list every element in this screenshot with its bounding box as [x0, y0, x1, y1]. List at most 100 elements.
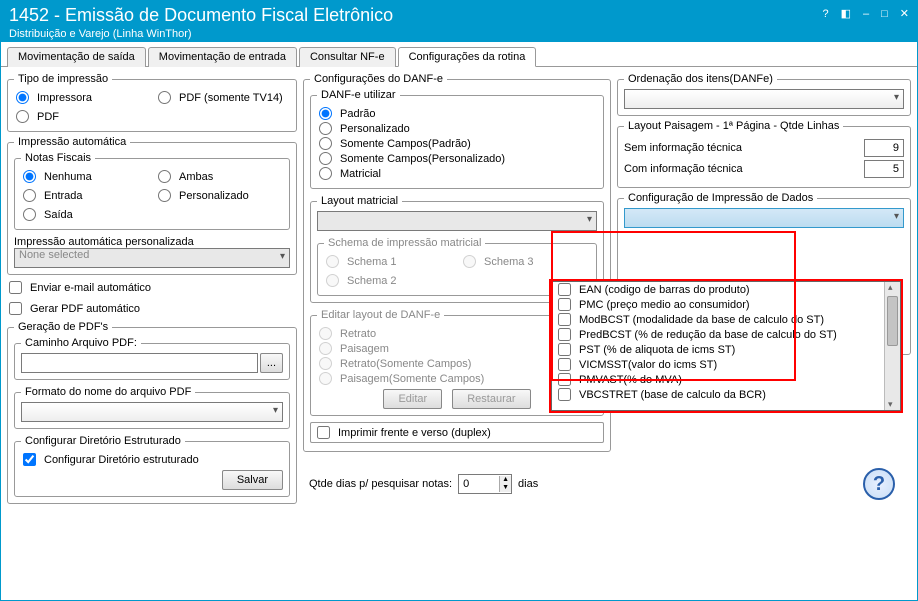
label-matricial[interactable]: Matricial: [340, 168, 381, 180]
minimize-icon[interactable]: –: [863, 8, 869, 20]
label-retrato: Retrato: [340, 328, 376, 340]
label-retrato-sc: Retrato(Somente Campos): [340, 358, 471, 370]
legend-layout-matricial: Layout matricial: [317, 195, 402, 207]
dropdown-item[interactable]: PredBCST (% de redução da base de calcul…: [552, 327, 884, 342]
dropdown-item[interactable]: EAN (codigo de barras do produto): [552, 282, 884, 297]
dropdown-item-checkbox[interactable]: [558, 388, 571, 401]
label-nenhuma[interactable]: Nenhuma: [44, 171, 92, 183]
combo-formato-nome[interactable]: [21, 402, 283, 422]
tab-mov-saida[interactable]: Movimentação de saída: [7, 47, 146, 67]
radio-somente-pers[interactable]: [319, 152, 332, 165]
radio-schema2: [326, 274, 339, 287]
dropdown-item-checkbox[interactable]: [558, 343, 571, 356]
radio-nenhuma[interactable]: [23, 170, 36, 183]
spin-up-icon[interactable]: ▲: [500, 476, 511, 484]
radio-saida[interactable]: [23, 208, 36, 221]
dropdown-item-checkbox[interactable]: [558, 313, 571, 326]
legend-impressao-auto: Impressão automática: [14, 136, 130, 148]
dropdown-item-checkbox[interactable]: [558, 298, 571, 311]
radio-entrada[interactable]: [23, 189, 36, 202]
dropdown-list[interactable]: EAN (codigo de barras do produto)PMC (pr…: [551, 281, 901, 411]
tab-consultar-nfe[interactable]: Consultar NF-e: [299, 47, 396, 67]
label-impr-auto-pers: Impressão automática personalizada: [14, 236, 290, 248]
dropdown-item-checkbox[interactable]: [558, 328, 571, 341]
radio-pdf-tv14[interactable]: [158, 91, 171, 104]
radio-du-pers[interactable]: [319, 122, 332, 135]
label-schema2: Schema 2: [347, 275, 397, 287]
check-config-dir[interactable]: [23, 453, 36, 466]
dropdown-item[interactable]: PMVAST(% do MVA): [552, 372, 884, 387]
combo-config-impr-dados[interactable]: [624, 208, 904, 228]
dropdown-scrollbar[interactable]: [884, 282, 900, 410]
dropdown-item-checkbox[interactable]: [558, 373, 571, 386]
input-com-info[interactable]: [864, 160, 904, 178]
dropdown-item-label: VBCSTRET (base de calculo da BCR): [579, 389, 766, 401]
combo-layout-matricial[interactable]: [317, 211, 597, 231]
label-duplex[interactable]: Imprimir frente e verso (duplex): [338, 427, 491, 439]
maximize-icon[interactable]: □: [881, 8, 888, 20]
label-impressora[interactable]: Impressora: [37, 92, 92, 104]
input-qtde-dias[interactable]: [459, 475, 499, 493]
tab-mov-entrada[interactable]: Movimentação de entrada: [148, 47, 297, 67]
legend-ordenacao: Ordenação dos itens(DANFe): [624, 73, 777, 85]
dropdown-item[interactable]: VICMSST(valor do icms ST): [552, 357, 884, 372]
radio-impressora[interactable]: [16, 91, 29, 104]
fs-config-dir: Configurar Diretório Estruturado Configu…: [14, 435, 290, 497]
radio-matricial[interactable]: [319, 167, 332, 180]
dropdown-item-label: PMVAST(% do MVA): [579, 374, 682, 386]
fs-danfe-utilizar: DANF-e utilizar Padrão Personalizado Som…: [310, 89, 604, 189]
input-sem-info[interactable]: [864, 139, 904, 157]
check-email-auto[interactable]: [9, 281, 22, 294]
radio-pdf[interactable]: [16, 110, 29, 123]
label-ambas[interactable]: Ambas: [179, 171, 213, 183]
radio-personalizado[interactable]: [158, 189, 171, 202]
window-title: 1452 - Emissão de Documento Fiscal Eletr…: [9, 5, 822, 26]
tab-config-rotina[interactable]: Configurações da rotina: [398, 47, 537, 67]
label-paisagem-sc: Paisagem(Somente Campos): [340, 373, 484, 385]
label-somente-padrao[interactable]: Somente Campos(Padrão): [340, 138, 471, 150]
label-somente-pers[interactable]: Somente Campos(Personalizado): [340, 153, 505, 165]
dropdown-item[interactable]: PST (% de aliquota de icms ST): [552, 342, 884, 357]
help-icon[interactable]: ?: [822, 8, 828, 20]
label-qtde-dias: Qtde dias p/ pesquisar notas:: [309, 478, 452, 490]
close-icon[interactable]: ✕: [900, 7, 909, 20]
check-gerar-pdf-auto[interactable]: [9, 302, 22, 315]
label-pdf[interactable]: PDF: [37, 111, 59, 123]
help-button-icon[interactable]: ?: [863, 468, 895, 500]
btn-salvar[interactable]: Salvar: [222, 470, 283, 490]
dropdown-item-label: ModBCST (modalidade da base de calculo d…: [579, 314, 824, 326]
dropdown-item-checkbox[interactable]: [558, 358, 571, 371]
label-schema1: Schema 1: [347, 256, 397, 268]
label-gerar-pdf-auto[interactable]: Gerar PDF automático: [30, 303, 140, 315]
combo-ordenacao[interactable]: [624, 89, 904, 109]
label-dias: dias: [518, 478, 538, 490]
radio-somente-padrao[interactable]: [319, 137, 332, 150]
fs-geracao-pdf: Geração de PDF's Caminho Arquivo PDF: ..…: [7, 321, 297, 504]
check-duplex[interactable]: [317, 426, 330, 439]
combo-impr-auto-pers[interactable]: None selected: [14, 248, 290, 268]
legend-caminho-pdf: Caminho Arquivo PDF:: [21, 337, 141, 349]
input-caminho-pdf[interactable]: [21, 353, 258, 373]
radio-ambas[interactable]: [158, 170, 171, 183]
spin-qtde-dias[interactable]: ▲▼: [458, 474, 512, 494]
label-config-dir[interactable]: Configurar Diretório estruturado: [44, 454, 199, 466]
legend-tipo-impressao: Tipo de impressão: [14, 73, 112, 85]
btn-browse-caminho[interactable]: ...: [260, 353, 283, 373]
label-personalizado[interactable]: Personalizado: [179, 190, 249, 202]
fs-impressao-auto: Impressão automática Notas Fiscais Nenhu…: [7, 136, 297, 275]
label-email-auto[interactable]: Enviar e-mail automático: [30, 282, 151, 294]
scrollbar-thumb[interactable]: [887, 296, 898, 346]
legend-schema: Schema de impressão matricial: [324, 237, 485, 249]
radio-padrao[interactable]: [319, 107, 332, 120]
edit-icon[interactable]: ◧: [841, 7, 851, 20]
dropdown-item[interactable]: PMC (preço medio ao consumidor): [552, 297, 884, 312]
dropdown-item-checkbox[interactable]: [558, 283, 571, 296]
label-padrao[interactable]: Padrão: [340, 108, 375, 120]
dropdown-item[interactable]: VBCSTRET (base de calculo da BCR): [552, 387, 884, 402]
label-saida[interactable]: Saída: [44, 209, 73, 221]
label-entrada[interactable]: Entrada: [44, 190, 83, 202]
dropdown-item[interactable]: ModBCST (modalidade da base de calculo d…: [552, 312, 884, 327]
label-pdf-tv14[interactable]: PDF (somente TV14): [179, 92, 283, 104]
label-du-pers[interactable]: Personalizado: [340, 123, 410, 135]
spin-down-icon[interactable]: ▼: [500, 484, 511, 492]
